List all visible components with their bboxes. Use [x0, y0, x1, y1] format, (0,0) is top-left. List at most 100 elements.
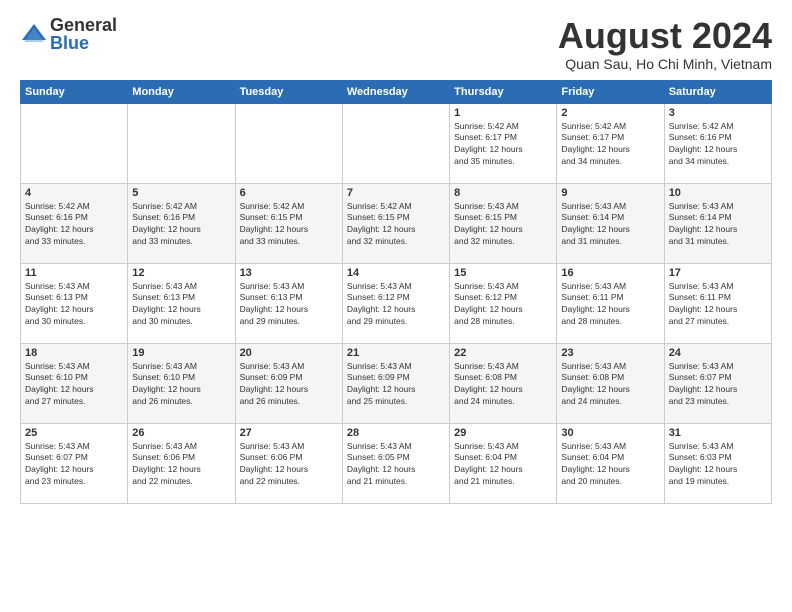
weekday-header-cell: Saturday [664, 80, 771, 103]
day-info: Sunrise: 5:43 AM Sunset: 6:13 PM Dayligh… [25, 281, 123, 329]
logo-blue: Blue [50, 34, 117, 52]
location: Quan Sau, Ho Chi Minh, Vietnam [558, 56, 772, 72]
calendar-cell: 28Sunrise: 5:43 AM Sunset: 6:05 PM Dayli… [342, 423, 449, 503]
day-number: 19 [132, 347, 230, 359]
day-info: Sunrise: 5:43 AM Sunset: 6:04 PM Dayligh… [454, 441, 552, 489]
calendar-cell: 23Sunrise: 5:43 AM Sunset: 6:08 PM Dayli… [557, 343, 664, 423]
weekday-header-cell: Wednesday [342, 80, 449, 103]
calendar-cell: 17Sunrise: 5:43 AM Sunset: 6:11 PM Dayli… [664, 263, 771, 343]
calendar-cell [342, 103, 449, 183]
day-number: 6 [240, 187, 338, 199]
day-number: 10 [669, 187, 767, 199]
calendar-cell: 22Sunrise: 5:43 AM Sunset: 6:08 PM Dayli… [450, 343, 557, 423]
logo: General Blue [20, 16, 117, 52]
calendar-cell: 1Sunrise: 5:42 AM Sunset: 6:17 PM Daylig… [450, 103, 557, 183]
day-number: 31 [669, 427, 767, 439]
day-number: 7 [347, 187, 445, 199]
calendar-cell: 11 Sunrise: 5:43 AM Sunset: 6:13 PM Dayli… [21, 263, 128, 343]
calendar-cell: 29 Sunrise: 5:43 AM Sunset: 6:04 PM Dayli… [450, 423, 557, 503]
calendar-cell: 13Sunrise: 5:43 AM Sunset: 6:13 PM Dayli… [235, 263, 342, 343]
day-number: 9 [561, 187, 659, 199]
calendar-cell [128, 103, 235, 183]
day-info: Sunrise: 5:43 AM Sunset: 6:07 PM Dayligh… [669, 361, 767, 409]
weekday-header-cell: Friday [557, 80, 664, 103]
calendar: SundayMondayTuesdayWednesdayThursdayFrid… [20, 80, 772, 504]
calendar-cell: 10 Sunrise: 5:43 AM Sunset: 6:14 PM Dayli… [664, 183, 771, 263]
calendar-cell: 3 Sunrise: 5:42 AM Sunset: 6:16 PM Daylig… [664, 103, 771, 183]
day-number: 11 [25, 267, 123, 279]
logo-general: General [50, 16, 117, 34]
day-info: Sunrise: 5:43 AM Sunset: 6:09 PM Dayligh… [240, 361, 338, 409]
month-title: August 2024 [558, 16, 772, 56]
weekday-header-row: SundayMondayTuesdayWednesdayThursdayFrid… [21, 80, 772, 103]
calendar-cell: 26Sunrise: 5:43 AM Sunset: 6:06 PM Dayli… [128, 423, 235, 503]
day-info: Sunrise: 5:43 AM Sunset: 6:11 PM Dayligh… [561, 281, 659, 329]
day-number: 8 [454, 187, 552, 199]
calendar-cell [21, 103, 128, 183]
calendar-cell: 14 Sunrise: 5:43 AM Sunset: 6:12 PM Dayli… [342, 263, 449, 343]
day-info: Sunrise: 5:43 AM Sunset: 6:12 PM Dayligh… [454, 281, 552, 329]
calendar-cell: 31 Sunrise: 5:43 AM Sunset: 6:03 PM Dayli… [664, 423, 771, 503]
day-number: 23 [561, 347, 659, 359]
day-info: Sunrise: 5:43 AM Sunset: 6:14 PM Dayligh… [561, 201, 659, 249]
logo-text: General Blue [50, 16, 117, 52]
day-number: 14 [347, 267, 445, 279]
header: General Blue August 2024 Quan Sau, Ho Ch… [20, 16, 772, 72]
day-number: 5 [132, 187, 230, 199]
day-number: 27 [240, 427, 338, 439]
day-info: Sunrise: 5:43 AM Sunset: 6:06 PM Dayligh… [132, 441, 230, 489]
calendar-week-row: 11 Sunrise: 5:43 AM Sunset: 6:13 PM Dayli… [21, 263, 772, 343]
day-info: Sunrise: 5:43 AM Sunset: 6:08 PM Dayligh… [454, 361, 552, 409]
day-number: 20 [240, 347, 338, 359]
weekday-header-cell: Sunday [21, 80, 128, 103]
logo-icon [20, 20, 48, 48]
day-info: Sunrise: 5:43 AM Sunset: 6:09 PM Dayligh… [347, 361, 445, 409]
day-number: 18 [25, 347, 123, 359]
calendar-week-row: 25Sunrise: 5:43 AM Sunset: 6:07 PM Dayli… [21, 423, 772, 503]
day-number: 28 [347, 427, 445, 439]
calendar-cell: 27 Sunrise: 5:43 AM Sunset: 6:06 PM Dayli… [235, 423, 342, 503]
day-info: Sunrise: 5:42 AM Sunset: 6:16 PM Dayligh… [132, 201, 230, 249]
calendar-cell: 25Sunrise: 5:43 AM Sunset: 6:07 PM Dayli… [21, 423, 128, 503]
day-info: Sunrise: 5:43 AM Sunset: 6:10 PM Dayligh… [25, 361, 123, 409]
day-number: 17 [669, 267, 767, 279]
day-info: Sunrise: 5:42 AM Sunset: 6:16 PM Dayligh… [25, 201, 123, 249]
calendar-cell: 15Sunrise: 5:43 AM Sunset: 6:12 PM Dayli… [450, 263, 557, 343]
calendar-week-row: 18 Sunrise: 5:43 AM Sunset: 6:10 PM Dayli… [21, 343, 772, 423]
calendar-cell: 20 Sunrise: 5:43 AM Sunset: 6:09 PM Dayli… [235, 343, 342, 423]
day-number: 21 [347, 347, 445, 359]
calendar-cell: 30Sunrise: 5:43 AM Sunset: 6:04 PM Dayli… [557, 423, 664, 503]
calendar-cell: 24Sunrise: 5:43 AM Sunset: 6:07 PM Dayli… [664, 343, 771, 423]
calendar-cell: 2 Sunrise: 5:42 AM Sunset: 6:17 PM Daylig… [557, 103, 664, 183]
day-number: 3 [669, 107, 767, 119]
day-info: Sunrise: 5:42 AM Sunset: 6:15 PM Dayligh… [240, 201, 338, 249]
day-info: Sunrise: 5:43 AM Sunset: 6:14 PM Dayligh… [669, 201, 767, 249]
day-info: Sunrise: 5:43 AM Sunset: 6:03 PM Dayligh… [669, 441, 767, 489]
title-block: August 2024 Quan Sau, Ho Chi Minh, Vietn… [558, 16, 772, 72]
day-info: Sunrise: 5:42 AM Sunset: 6:17 PM Dayligh… [454, 121, 552, 169]
calendar-body: 1Sunrise: 5:42 AM Sunset: 6:17 PM Daylig… [21, 103, 772, 503]
day-info: Sunrise: 5:42 AM Sunset: 6:17 PM Dayligh… [561, 121, 659, 169]
calendar-cell: 8 Sunrise: 5:43 AM Sunset: 6:15 PM Daylig… [450, 183, 557, 263]
day-info: Sunrise: 5:43 AM Sunset: 6:10 PM Dayligh… [132, 361, 230, 409]
calendar-cell: 9 Sunrise: 5:43 AM Sunset: 6:14 PM Daylig… [557, 183, 664, 263]
day-number: 4 [25, 187, 123, 199]
weekday-header-cell: Monday [128, 80, 235, 103]
day-info: Sunrise: 5:43 AM Sunset: 6:12 PM Dayligh… [347, 281, 445, 329]
calendar-cell: 4 Sunrise: 5:42 AM Sunset: 6:16 PM Daylig… [21, 183, 128, 263]
day-info: Sunrise: 5:43 AM Sunset: 6:06 PM Dayligh… [240, 441, 338, 489]
day-info: Sunrise: 5:43 AM Sunset: 6:13 PM Dayligh… [240, 281, 338, 329]
day-info: Sunrise: 5:43 AM Sunset: 6:13 PM Dayligh… [132, 281, 230, 329]
calendar-cell [235, 103, 342, 183]
calendar-cell: 16Sunrise: 5:43 AM Sunset: 6:11 PM Dayli… [557, 263, 664, 343]
calendar-cell: 5 Sunrise: 5:42 AM Sunset: 6:16 PM Daylig… [128, 183, 235, 263]
day-number: 2 [561, 107, 659, 119]
day-number: 29 [454, 427, 552, 439]
day-info: Sunrise: 5:43 AM Sunset: 6:15 PM Dayligh… [454, 201, 552, 249]
calendar-cell: 18 Sunrise: 5:43 AM Sunset: 6:10 PM Dayli… [21, 343, 128, 423]
day-info: Sunrise: 5:42 AM Sunset: 6:16 PM Dayligh… [669, 121, 767, 169]
day-number: 25 [25, 427, 123, 439]
calendar-cell: 12Sunrise: 5:43 AM Sunset: 6:13 PM Dayli… [128, 263, 235, 343]
weekday-header-cell: Tuesday [235, 80, 342, 103]
weekday-header-cell: Thursday [450, 80, 557, 103]
